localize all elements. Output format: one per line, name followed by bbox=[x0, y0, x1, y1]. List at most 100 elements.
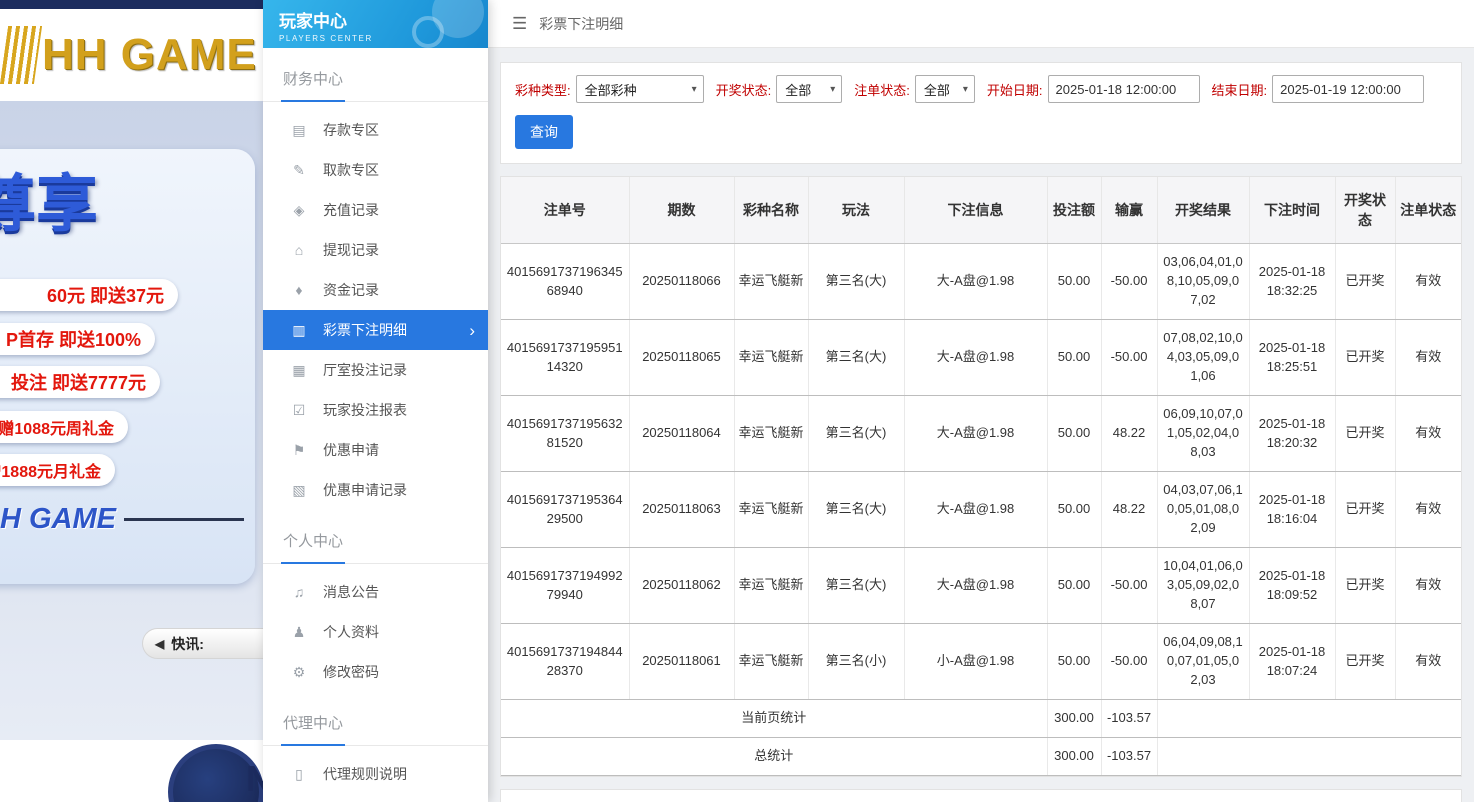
cell-draw-result: 06,04,09,08,10,07,01,05,02,03 bbox=[1157, 623, 1250, 700]
cell-bet-amount: 50.00 bbox=[1047, 395, 1102, 472]
cell-bet-info: 大-A盘@1.98 bbox=[904, 471, 1048, 548]
sidebar-item-withdraw[interactable]: ✎ 取款专区 bbox=[263, 150, 488, 190]
total-summary-row: 总统计 300.00 -103.57 bbox=[501, 737, 1461, 776]
promo-pill-text: 加赠1088元周礼金 bbox=[0, 421, 114, 438]
cell-bet-info: 大-A盘@1.98 bbox=[904, 243, 1048, 320]
cell-lottery-name: 幸运飞艇新 bbox=[734, 471, 809, 548]
sidebar-item-deposit[interactable]: ▤ 存款专区 bbox=[263, 110, 488, 150]
filter-panel: 彩种类型: 全部彩种 ▾ 开奖状态: 全部 ▾ 注单状态: 全部 ▾ 开始日期:… bbox=[500, 62, 1462, 164]
cell-period: 20250118062 bbox=[629, 547, 735, 624]
sidebar-item-label: 玩家投注报表 bbox=[323, 402, 407, 418]
cell-lottery-name: 幸运飞艇新 bbox=[734, 395, 809, 472]
sidebar-item-hall-bet-record[interactable]: ▦ 厅室投注记录 bbox=[263, 350, 488, 390]
search-button[interactable]: 查询 bbox=[515, 115, 573, 149]
cell-bet-time: 2025-01-18 18:25:51 bbox=[1249, 319, 1336, 396]
message-icon: ♫ bbox=[293, 584, 305, 600]
sidebar-item-change-password[interactable]: ⚙ 修改密码 bbox=[263, 652, 488, 692]
lottery-type-select[interactable]: 全部彩种 ▾ bbox=[575, 75, 704, 103]
page-summary-winloss-total: -103.57 bbox=[1101, 699, 1158, 738]
table-row: 401569173719499279940 20250118062 幸运飞艇新 … bbox=[501, 547, 1461, 624]
table-row: 401569173719536429500 20250118063 幸运飞艇新 … bbox=[501, 471, 1461, 548]
agent-rules-icon: ▯ bbox=[295, 765, 303, 782]
cell-lottery-name: 幸运飞艇新 bbox=[734, 243, 809, 320]
cell-draw-status: 已开奖 bbox=[1335, 243, 1396, 320]
player-bet-report-icon: ☑ bbox=[292, 401, 306, 418]
player-center-sidebar: 玩家中心 PLAYERS CENTER 财务中心 ▤ 存款专区 ✎ 取款专区 ◈… bbox=[263, 0, 488, 802]
cell-draw-result: 04,03,07,06,10,05,01,08,02,09 bbox=[1157, 471, 1250, 548]
cell-order-id: 401569173719484428370 bbox=[501, 623, 630, 700]
topbar: ☰ 彩票下注明细 bbox=[488, 0, 1474, 48]
sidebar-item-recharge-record[interactable]: ◈ 充值记录 bbox=[263, 190, 488, 230]
menu-toggle-icon[interactable]: ☰ bbox=[512, 14, 527, 34]
cell-bet-time: 2025-01-18 18:32:25 bbox=[1249, 243, 1336, 320]
cell-win-loss: -50.00 bbox=[1101, 243, 1158, 320]
draw-status-value: 全部 bbox=[785, 82, 812, 98]
sidebar-item-messages[interactable]: ♫ 消息公告 bbox=[263, 572, 488, 612]
cell-draw-result: 07,08,02,10,04,03,05,09,01,06 bbox=[1157, 319, 1250, 396]
promo-pill: 投注 即送7777元 bbox=[0, 366, 160, 398]
sidebar-item-agent-rules[interactable]: ▯ 代理规则说明 bbox=[263, 754, 488, 794]
bottom-letter: N bbox=[246, 758, 263, 799]
bet-table: 注单号 期数 彩种名称 玩法 下注信息 投注额 输赢 开奖结果 下注时间 开奖状… bbox=[501, 177, 1461, 776]
draw-status-select[interactable]: 全部 ▾ bbox=[776, 75, 843, 103]
sidebar-item-agent-team-stats[interactable]: ▩ 代理团队统计 bbox=[263, 794, 488, 802]
sidebar-item-withdrawal-record[interactable]: ⌂ 提现记录 bbox=[263, 230, 488, 270]
sidebar-item-label: 充值记录 bbox=[323, 202, 379, 218]
cell-play: 第三名(大) bbox=[808, 547, 905, 624]
section-finance-center: 财务中心 bbox=[263, 48, 488, 102]
cell-order-id: 401569173719499279940 bbox=[501, 547, 630, 624]
promo-pill-text: 天加赠1888元月礼金 bbox=[0, 464, 101, 481]
order-status-select[interactable]: 全部 ▾ bbox=[914, 75, 975, 103]
cell-play: 第三名(大) bbox=[808, 319, 905, 396]
column-header-draw-status: 开奖状态 bbox=[1335, 177, 1396, 244]
total-summary-empty bbox=[1157, 737, 1461, 776]
sidebar-item-funds-record[interactable]: ♦ 资金记录 bbox=[263, 270, 488, 310]
cell-bet-info: 大-A盘@1.98 bbox=[904, 547, 1048, 624]
lottery-type-label: 彩种类型: bbox=[515, 82, 571, 98]
promo-pill-text: 60元 即送37元 bbox=[46, 286, 164, 306]
cell-play: 第三名(大) bbox=[808, 471, 905, 548]
brand-title: HH GAME bbox=[42, 30, 257, 79]
cell-draw-result: 06,09,10,07,01,05,02,04,08,03 bbox=[1157, 395, 1250, 472]
cell-draw-result: 10,04,01,06,03,05,09,02,08,07 bbox=[1157, 547, 1250, 624]
start-date-input[interactable] bbox=[1047, 75, 1200, 103]
cell-period: 20250118064 bbox=[629, 395, 735, 472]
table-row: 401569173719634568940 20250118066 幸运飞艇新 … bbox=[501, 243, 1461, 320]
lottery-type-value: 全部彩种 bbox=[584, 82, 637, 98]
sidebar-item-promo-apply[interactable]: ⚑ 优惠申请 bbox=[263, 430, 488, 470]
page-summary-empty bbox=[1157, 699, 1461, 738]
sidebar-item-label: 存款专区 bbox=[323, 122, 379, 138]
brand-logo-icon bbox=[0, 26, 43, 84]
cell-order-status: 有效 bbox=[1395, 319, 1461, 396]
password-icon: ⚙ bbox=[292, 663, 306, 680]
column-header-bet-info: 下注信息 bbox=[904, 177, 1048, 244]
draw-status-label: 开奖状态: bbox=[715, 82, 772, 98]
promo-pill-text: P首存 即送100% bbox=[5, 330, 141, 350]
cell-period: 20250118063 bbox=[629, 471, 735, 548]
chevron-down-icon: ▾ bbox=[962, 83, 968, 95]
cell-period: 20250118061 bbox=[629, 623, 735, 700]
sidebar-item-profile[interactable]: ♟ 个人资料 bbox=[263, 612, 488, 652]
promo-apply-record-icon: ▧ bbox=[292, 481, 306, 498]
sidebar-item-promo-apply-record[interactable]: ▧ 优惠申请记录 bbox=[263, 470, 488, 510]
sidebar-item-label: 厅室投注记录 bbox=[323, 362, 407, 378]
cell-bet-amount: 50.00 bbox=[1047, 547, 1102, 624]
sidebar-item-lottery-bet-detail[interactable]: ▥ 彩票下注明细 › bbox=[263, 310, 488, 350]
total-summary-winloss-total: -103.57 bbox=[1101, 737, 1158, 776]
filter-row: 彩种类型: 全部彩种 ▾ 开奖状态: 全部 ▾ 注单状态: 全部 ▾ 开始日期:… bbox=[515, 75, 1447, 103]
cell-lottery-name: 幸运飞艇新 bbox=[734, 319, 809, 396]
column-header-order-status: 注单状态 bbox=[1395, 177, 1461, 244]
sidebar-item-player-bet-report[interactable]: ☑ 玩家投注报表 bbox=[263, 390, 488, 430]
main-content: ☰ 彩票下注明细 彩种类型: 全部彩种 ▾ 开奖状态: 全部 ▾ 注单状态: 全… bbox=[488, 0, 1474, 802]
cell-order-id: 401569173719634568940 bbox=[501, 243, 630, 320]
withdrawal-record-icon: ⌂ bbox=[294, 242, 304, 258]
cell-play: 第三名(大) bbox=[808, 243, 905, 320]
table-row: 401569173719563281520 20250118064 幸运飞艇新 … bbox=[501, 395, 1461, 472]
section-agent-center: 代理中心 bbox=[263, 692, 488, 746]
chevron-right-icon: › bbox=[469, 320, 475, 340]
order-status-value: 全部 bbox=[923, 82, 950, 98]
funds-record-icon: ♦ bbox=[295, 282, 303, 298]
sidebar-item-label: 代理规则说明 bbox=[323, 766, 407, 782]
divider bbox=[124, 518, 244, 521]
end-date-input[interactable] bbox=[1272, 75, 1425, 103]
